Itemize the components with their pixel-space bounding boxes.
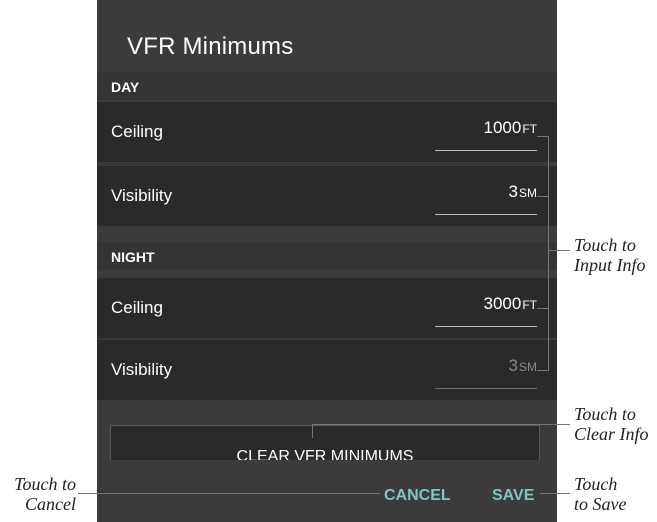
dialog-footer: CANCEL SAVE [97,460,557,522]
night-visibility-label: Visibility [111,360,173,379]
callout-cancel: Touch to Cancel [4,474,76,514]
night-section-header: NIGHT [97,242,557,270]
dialog-title: VFR Minimums [127,33,294,60]
day-ceiling-label: Ceiling [111,122,163,141]
night-ceiling-field[interactable]: 3000FT [435,294,537,327]
day-ceiling-field[interactable]: 1000FT [435,118,537,151]
callout-clear-info: Touch to Clear Info [574,404,649,444]
callout-clear-line1: Touch to [574,404,636,424]
night-visibility-unit: SM [519,360,537,374]
night-ceiling-unit: FT [522,298,537,312]
leader-input-to-text [548,250,570,251]
callout-clear-line2: Clear Info [574,424,649,444]
callout-save-line1: Touch [574,474,618,494]
callout-cancel-line1: Touch to [14,474,76,494]
day-section-header: DAY [97,72,557,100]
night-ceiling-value: 3000 [483,294,522,313]
day-visibility-value: 3 [508,182,518,201]
day-ceiling-value: 1000 [483,118,522,137]
save-button[interactable]: SAVE [492,487,534,505]
day-visibility-unit: SM [519,186,537,200]
leader-cancel [78,493,380,494]
leader-clear-horizontal [312,424,570,425]
night-visibility-value: 3 [508,356,518,375]
night-header-label: NIGHT [111,249,155,265]
callout-input-info: Touch to Input Info [574,235,646,275]
callout-input-line2: Input Info [574,255,646,275]
day-visibility-label: Visibility [111,186,173,205]
leader-input-bracket [548,136,549,371]
callout-input-line1: Touch to [574,235,636,255]
callout-save-line2: to Save [574,494,627,514]
leader-save [540,493,570,494]
day-header-label: DAY [111,79,140,95]
day-visibility-row: Visibility 3SM [97,166,557,226]
night-ceiling-label: Ceiling [111,298,163,317]
callout-cancel-line2: Cancel [25,494,76,514]
cancel-button[interactable]: CANCEL [384,487,451,505]
vfr-minimums-dialog: VFR Minimums DAY Ceiling 1000FT Visibili… [97,0,557,522]
day-visibility-field[interactable]: 3SM [435,182,537,215]
day-ceiling-row: Ceiling 1000FT [97,102,557,162]
callout-save: Touch to Save [574,474,626,514]
day-ceiling-unit: FT [522,122,537,136]
leader-clear-vertical [312,424,313,438]
night-visibility-field[interactable]: 3SM [435,356,537,389]
night-ceiling-row: Ceiling 3000FT [97,278,557,338]
night-visibility-row: Visibility 3SM [97,340,557,400]
